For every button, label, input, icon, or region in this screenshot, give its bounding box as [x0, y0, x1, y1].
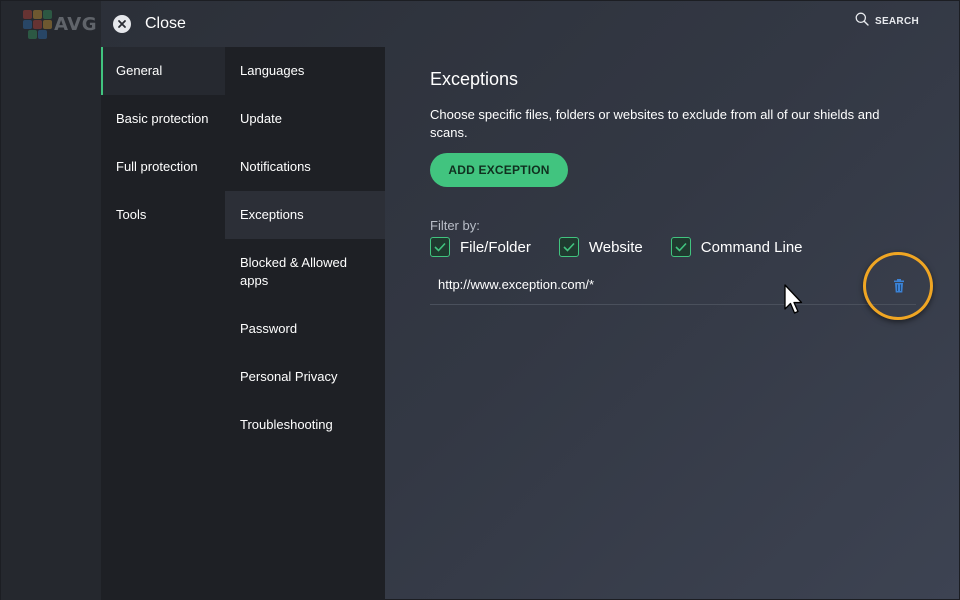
filter-group: File/Folder Website Command Line	[430, 237, 831, 257]
nav-item-exceptions[interactable]: Exceptions	[225, 191, 385, 239]
nav-item-tools[interactable]: Tools	[101, 191, 225, 239]
nav-item-full-protection[interactable]: Full protection	[101, 143, 225, 191]
search-icon	[855, 12, 869, 31]
filter-command-line[interactable]: Command Line	[670, 237, 803, 257]
close-label: Close	[145, 15, 186, 32]
settings-subcategory-nav: Languages Update Notifications Exception…	[225, 47, 385, 600]
checkbox-checked-icon[interactable]	[670, 237, 691, 257]
avg-logo: AVG	[23, 9, 97, 39]
nav-item-notifications[interactable]: Notifications	[225, 143, 385, 191]
filter-website[interactable]: Website	[558, 237, 643, 257]
filter-label-file-folder: File/Folder	[460, 238, 531, 256]
search-button[interactable]: SEARCH	[855, 12, 919, 31]
page-title: Exceptions	[430, 69, 519, 89]
exceptions-panel: Exceptions Choose specific files, folder…	[430, 69, 930, 305]
nav-item-languages[interactable]: Languages	[225, 47, 385, 95]
page-description: Choose specific files, folders or websit…	[430, 107, 880, 140]
checkbox-checked-icon[interactable]	[558, 237, 579, 257]
close-button[interactable]: Close	[113, 11, 186, 37]
filter-label-command-line: Command Line	[700, 238, 803, 256]
exception-row[interactable]: http://www.exception.com/*	[430, 265, 916, 305]
nav-item-blocked-allowed-apps[interactable]: Blocked & Allowed apps	[225, 239, 385, 305]
logo-text: AVG	[54, 13, 97, 35]
checkbox-checked-icon[interactable]	[430, 237, 450, 257]
filter-label: Filter by:	[430, 218, 480, 233]
highlight-ring	[863, 252, 933, 320]
nav-item-personal-privacy[interactable]: Personal Privacy	[225, 353, 385, 401]
nav-item-update[interactable]: Update	[225, 95, 385, 143]
avg-logo-mark-icon	[23, 10, 52, 39]
exception-url: http://www.exception.com/*	[438, 277, 595, 292]
app-window: AVG Close SEARCH General Basic protectio…	[0, 0, 960, 600]
settings-category-nav: General Basic protection Full protection…	[101, 47, 225, 600]
nav-item-troubleshooting[interactable]: Troubleshooting	[225, 401, 385, 449]
nav-item-basic-protection[interactable]: Basic protection	[101, 95, 225, 143]
search-label: SEARCH	[874, 15, 919, 27]
add-exception-button[interactable]: ADD EXCEPTION	[430, 153, 568, 187]
nav-item-general[interactable]: General	[101, 47, 225, 95]
mouse-cursor-icon	[784, 284, 804, 316]
background-panel: AVG	[1, 1, 101, 600]
filter-file-folder[interactable]: File/Folder	[430, 237, 531, 257]
filter-label-website: Website	[588, 238, 643, 256]
nav-item-password[interactable]: Password	[225, 305, 385, 353]
close-icon	[113, 15, 131, 33]
